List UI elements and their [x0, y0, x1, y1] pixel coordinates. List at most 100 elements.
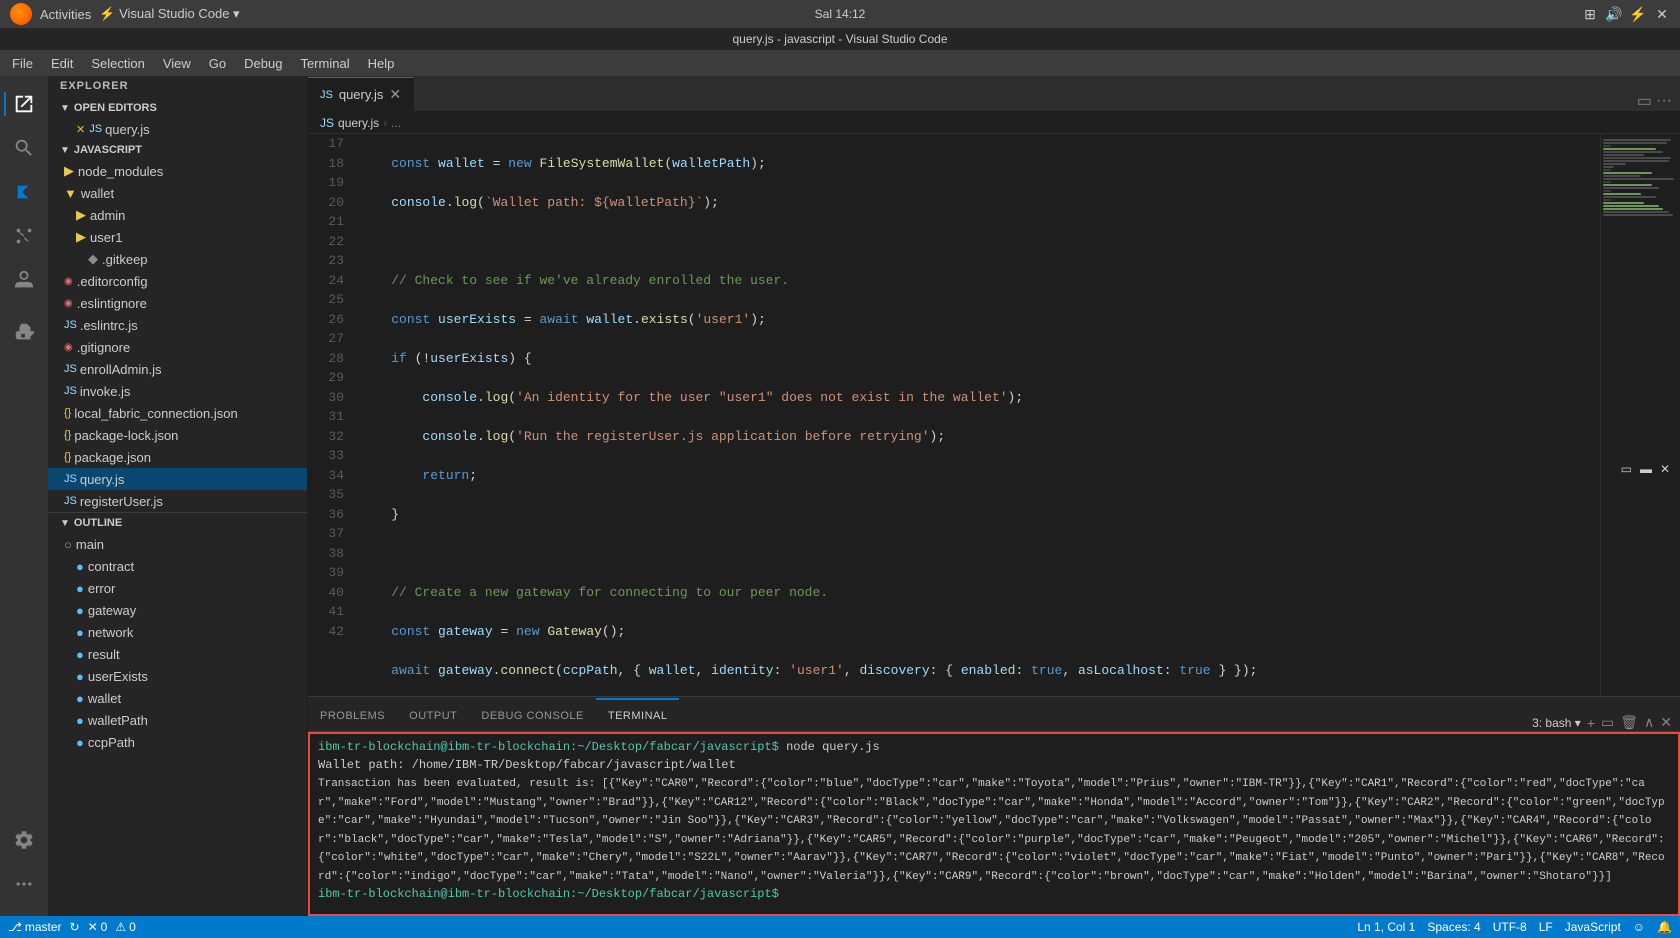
- terminal-selector[interactable]: 3: bash ▾: [1532, 716, 1581, 730]
- menu-selection[interactable]: Selection: [83, 54, 152, 73]
- window-close-btn[interactable]: ✕: [1660, 462, 1670, 476]
- package-json-file[interactable]: {} package.json: [48, 446, 307, 468]
- tab-terminal[interactable]: TERMINAL: [596, 698, 680, 731]
- gitignore-file[interactable]: ◉ .gitignore: [48, 336, 307, 358]
- topbar: Activities ⚡ Visual Studio Code ▾ Sal 14…: [0, 0, 1680, 28]
- volume-icon[interactable]: 🔊: [1606, 6, 1622, 22]
- menu-view[interactable]: View: [155, 54, 199, 73]
- window-close-icon[interactable]: ✕: [1654, 6, 1670, 22]
- outline-contract[interactable]: ● contract: [48, 555, 307, 577]
- status-feedback[interactable]: ☺: [1633, 920, 1645, 934]
- window-tile-icon[interactable]: ▭: [1621, 462, 1632, 476]
- code-line-20: // Check to see if we've already enrolle…: [360, 271, 1592, 291]
- battery-icon[interactable]: ⚡: [1630, 6, 1646, 22]
- vscode-label[interactable]: ⚡ Visual Studio Code ▾: [99, 6, 239, 22]
- wallet-folder[interactable]: ▼ wallet: [48, 182, 307, 204]
- status-encoding[interactable]: UTF-8: [1493, 920, 1527, 934]
- status-spaces[interactable]: Spaces: 4: [1427, 920, 1480, 934]
- eslintrc-file[interactable]: JS .eslintrc.js: [48, 314, 307, 336]
- activity-debug[interactable]: [4, 260, 44, 300]
- admin-folder[interactable]: ▶ admin: [48, 204, 307, 226]
- terminal-collapse-icon[interactable]: ∧: [1644, 714, 1654, 731]
- eslintignore-file[interactable]: ◉ .eslintignore: [48, 292, 307, 314]
- package-json-name: package.json: [74, 450, 151, 465]
- open-editors-section[interactable]: ▼ OPEN EDITORS: [48, 98, 307, 118]
- menu-edit[interactable]: Edit: [43, 54, 81, 73]
- registeruser-file[interactable]: JS registerUser.js: [48, 490, 307, 512]
- status-bell[interactable]: 🔔: [1657, 920, 1672, 934]
- line-num-35: 35: [308, 485, 344, 505]
- activity-explorer[interactable]: [4, 84, 44, 124]
- breadcrumb-more[interactable]: ...: [391, 116, 401, 130]
- breadcrumb-filename[interactable]: query.js: [338, 116, 379, 130]
- local-fabric-file[interactable]: {} local_fabric_connection.json: [48, 402, 307, 424]
- menu-debug[interactable]: Debug: [236, 54, 290, 73]
- window-split-icon[interactable]: ▬: [1640, 462, 1652, 476]
- sidebar: EXPLORER ▼ OPEN EDITORS ✕ JS query.js ▼ …: [48, 76, 308, 916]
- more-actions-icon[interactable]: ···: [1656, 92, 1672, 110]
- outline-network[interactable]: ● network: [48, 621, 307, 643]
- menu-go[interactable]: Go: [201, 54, 234, 73]
- activity-search[interactable]: [4, 128, 44, 168]
- terminal-split-icon[interactable]: ▭: [1601, 714, 1614, 731]
- gitkeep-file[interactable]: ◆ .gitkeep: [48, 248, 307, 270]
- open-editor-query-js[interactable]: ✕ JS query.js: [48, 118, 307, 140]
- outline-error[interactable]: ● error: [48, 577, 307, 599]
- editorconfig-icon: ◉: [64, 276, 73, 287]
- enrolladmin-file[interactable]: JS enrollAdmin.js: [48, 358, 307, 380]
- outline-ccppath[interactable]: ● ccpPath: [48, 731, 307, 753]
- local-fabric-name: local_fabric_connection.json: [74, 406, 237, 421]
- menu-file[interactable]: File: [4, 54, 41, 73]
- outline-walletpath[interactable]: ● walletPath: [48, 709, 307, 731]
- status-position[interactable]: Ln 1, Col 1: [1357, 920, 1415, 934]
- node-modules-folder[interactable]: ▶ node_modules: [48, 160, 307, 182]
- outline-userexists-icon: ●: [76, 669, 84, 684]
- tab-debug-console[interactable]: DEBUG CONSOLE: [469, 698, 595, 731]
- activities-label[interactable]: Activities: [40, 7, 91, 22]
- terminal-new-icon[interactable]: +: [1587, 715, 1595, 731]
- user1-folder[interactable]: ▶ user1: [48, 226, 307, 248]
- modified-dot: ✕: [76, 123, 85, 136]
- code-content[interactable]: const wallet = new FileSystemWallet(wall…: [352, 134, 1600, 696]
- tab-problems[interactable]: PROBLEMS: [308, 698, 397, 731]
- outline-contract-label: contract: [88, 559, 134, 574]
- status-errors[interactable]: ✕ 0: [88, 920, 108, 934]
- javascript-section[interactable]: ▼ JAVASCRIPT: [48, 140, 307, 160]
- folder-icon-node: ▶: [64, 163, 74, 179]
- tab-output[interactable]: OUTPUT: [397, 698, 469, 731]
- status-bar: ⎇ master ↻ ✕ 0 ⚠ 0 Ln 1, Col 1 Spaces: 4…: [0, 916, 1680, 938]
- code-line-28: // Create a new gateway for connecting t…: [360, 583, 1592, 603]
- terminal-trash-icon[interactable]: 🗑: [1620, 714, 1638, 731]
- package-lock-file[interactable]: {} package-lock.json: [48, 424, 307, 446]
- terminal-close-icon[interactable]: ✕: [1660, 714, 1672, 731]
- query-js-file[interactable]: JS query.js: [48, 468, 307, 490]
- code-line-21: const userExists = await wallet.exists('…: [360, 310, 1592, 330]
- activity-git[interactable]: [4, 216, 44, 256]
- network-icon[interactable]: ⊞: [1582, 6, 1598, 22]
- outline-main[interactable]: ○ main: [48, 533, 307, 555]
- outline-wallet[interactable]: ● wallet: [48, 687, 307, 709]
- status-warnings[interactable]: ⚠ 0: [115, 920, 135, 934]
- status-language[interactable]: JavaScript: [1565, 920, 1621, 934]
- outline-result[interactable]: ● result: [48, 643, 307, 665]
- activity-dots[interactable]: [4, 864, 44, 904]
- tab-close-icon[interactable]: ✕: [389, 86, 401, 103]
- outline-label[interactable]: ▼ OUTLINE: [48, 513, 307, 533]
- split-editor-icon[interactable]: ▭: [1637, 91, 1652, 111]
- activity-extensions[interactable]: [4, 312, 44, 352]
- status-sync[interactable]: ↻: [70, 920, 80, 934]
- clock: Sal 14:12: [815, 7, 866, 21]
- outline-gateway[interactable]: ● gateway: [48, 599, 307, 621]
- activity-vscode[interactable]: [4, 172, 44, 212]
- terminal[interactable]: ibm-tr-blockchain@ibm-tr-blockchain:~/De…: [308, 732, 1680, 916]
- editorconfig-file[interactable]: ◉ .editorconfig: [48, 270, 307, 292]
- menu-help[interactable]: Help: [360, 54, 403, 73]
- code-line-24: console.log('Run the registerUser.js app…: [360, 427, 1592, 447]
- status-line-ending[interactable]: LF: [1539, 920, 1553, 934]
- outline-userexists[interactable]: ● userExists: [48, 665, 307, 687]
- menu-terminal[interactable]: Terminal: [292, 54, 357, 73]
- status-branch[interactable]: ⎇ master: [8, 920, 62, 934]
- invoke-file[interactable]: JS invoke.js: [48, 380, 307, 402]
- activity-settings[interactable]: [4, 820, 44, 860]
- tab-query-js[interactable]: JS query.js ✕: [308, 77, 414, 111]
